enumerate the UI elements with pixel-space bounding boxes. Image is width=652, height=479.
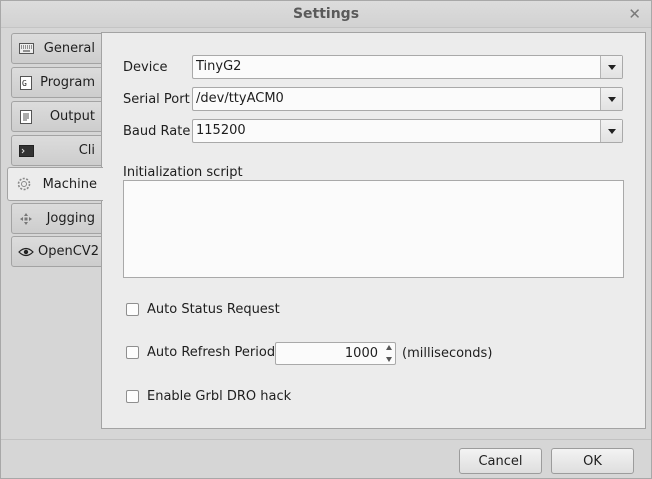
- close-icon[interactable]: ✕: [628, 5, 641, 23]
- auto-status-checkbox[interactable]: Auto Status Request: [126, 302, 280, 317]
- document-icon: [18, 109, 34, 125]
- spin-down-icon[interactable]: [385, 357, 392, 362]
- tab-label: Program: [40, 75, 95, 90]
- dropdown-button[interactable]: [600, 120, 622, 142]
- dialog-title: Settings: [292, 6, 360, 22]
- settings-dialog: Settings ✕ General G Program Output Cli …: [0, 0, 652, 479]
- dropdown-button[interactable]: [600, 56, 622, 78]
- serial-port-value: /dev/ttyACM0: [196, 91, 284, 106]
- tab-opencv2[interactable]: OpenCV2: [11, 236, 102, 267]
- tab-output[interactable]: Output: [11, 101, 102, 132]
- device-combobox[interactable]: TinyG2: [192, 55, 623, 79]
- title-bar: Settings ✕: [1, 1, 651, 28]
- checkbox-box[interactable]: [126, 303, 139, 316]
- spin-arrows[interactable]: [384, 345, 393, 362]
- tab-cli[interactable]: Cli: [11, 135, 102, 166]
- tab-jogging[interactable]: Jogging: [11, 203, 102, 234]
- terminal-icon: [18, 143, 34, 159]
- grbl-hack-checkbox[interactable]: Enable Grbl DRO hack: [126, 389, 291, 404]
- refresh-period-value: 1000: [344, 346, 378, 361]
- init-script-label: Initialization script: [123, 165, 243, 180]
- chevron-down-icon: [607, 128, 616, 134]
- tab-general[interactable]: General: [11, 33, 102, 64]
- serial-port-label: Serial Port: [123, 92, 190, 107]
- checkbox-box[interactable]: [126, 346, 139, 359]
- program-file-icon: G: [18, 75, 34, 91]
- auto-status-label: Auto Status Request: [147, 302, 280, 317]
- baud-rate-value: 115200: [196, 123, 246, 138]
- tab-program[interactable]: G Program: [11, 67, 102, 98]
- svg-text:G: G: [22, 79, 27, 88]
- auto-refresh-checkbox[interactable]: Auto Refresh Period: [126, 345, 275, 360]
- tab-label: Output: [49, 109, 95, 124]
- move-arrows-icon: [18, 211, 34, 227]
- serial-port-combobox[interactable]: /dev/ttyACM0: [192, 87, 623, 111]
- chevron-down-icon: [607, 96, 616, 102]
- tab-label: Jogging: [46, 211, 95, 226]
- spin-up-icon[interactable]: [385, 345, 392, 350]
- keyboard-icon: [18, 41, 34, 57]
- device-label: Device: [123, 60, 168, 75]
- machine-settings-panel: Device TinyG2 Serial Port /dev/ttyACM0 B…: [101, 32, 646, 429]
- eye-icon: [18, 244, 34, 260]
- refresh-period-spinbox[interactable]: 1000: [275, 342, 396, 365]
- tab-label: OpenCV2: [38, 244, 99, 259]
- dropdown-button[interactable]: [600, 88, 622, 110]
- tab-label: Cli: [78, 143, 95, 158]
- init-script-textarea[interactable]: [123, 180, 624, 278]
- auto-refresh-label: Auto Refresh Period: [147, 345, 276, 360]
- tab-label: General: [43, 41, 95, 56]
- baud-rate-label: Baud Rate: [123, 124, 191, 139]
- tab-label: Machine: [42, 176, 97, 192]
- chevron-down-icon: [607, 64, 616, 70]
- tab-machine[interactable]: Machine: [7, 167, 103, 201]
- refresh-unit-label: (milliseconds): [402, 346, 493, 361]
- grbl-hack-label: Enable Grbl DRO hack: [147, 389, 292, 404]
- cancel-button[interactable]: Cancel: [459, 448, 542, 474]
- ok-button[interactable]: OK: [551, 448, 634, 474]
- device-value: TinyG2: [196, 59, 242, 74]
- baud-rate-combobox[interactable]: 115200: [192, 119, 623, 143]
- footer-divider: [1, 439, 651, 440]
- machine-gear-icon: [16, 176, 32, 192]
- checkbox-box[interactable]: [126, 390, 139, 403]
